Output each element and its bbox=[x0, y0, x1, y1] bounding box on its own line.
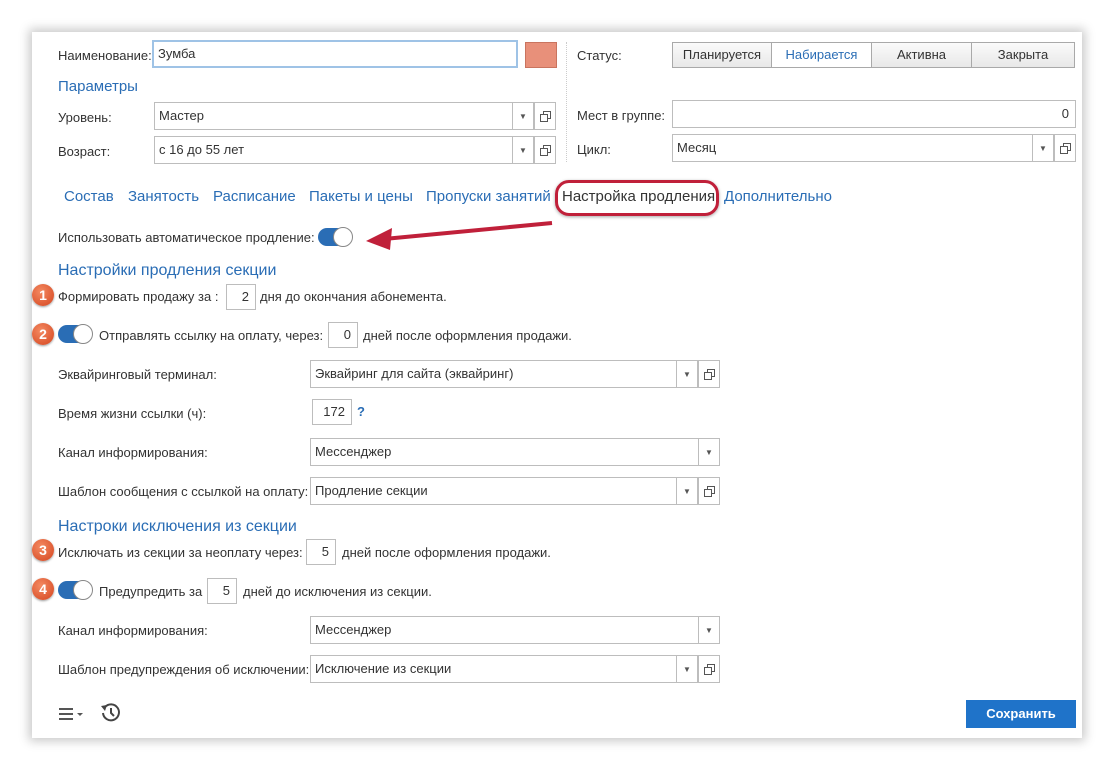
toggle-knob bbox=[73, 580, 93, 600]
send-link-days-input[interactable]: 0 bbox=[328, 322, 358, 348]
tab-packages[interactable]: Пакеты и цены bbox=[309, 188, 413, 205]
step-badge-3: 3 bbox=[32, 539, 54, 561]
toggle-knob bbox=[333, 227, 353, 247]
open-icon[interactable] bbox=[1054, 134, 1076, 162]
open-icon[interactable] bbox=[534, 102, 556, 130]
level-value: Мастер bbox=[154, 102, 512, 130]
name-label: Наименование: bbox=[58, 48, 152, 63]
exclude-days-input[interactable]: 5 bbox=[306, 539, 336, 565]
tab-renewal-settings[interactable]: Настройка продления bbox=[562, 188, 715, 205]
step-badge-2: 2 bbox=[32, 323, 54, 345]
channel-select[interactable]: Мессенджер ▼ bbox=[310, 438, 720, 466]
tab-additional[interactable]: Дополнительно bbox=[724, 188, 832, 205]
step-badge-1: 1 bbox=[32, 284, 54, 306]
age-value: с 16 до 55 лет bbox=[154, 136, 512, 164]
terminal-label: Эквайринговый терминал: bbox=[58, 367, 217, 382]
exclude-template-label: Шаблон предупреждения об исключении: bbox=[58, 662, 310, 677]
form-sale-suffix: дня до окончания абонемента. bbox=[260, 289, 447, 304]
name-input[interactable]: Зумба bbox=[152, 40, 518, 68]
terminal-select[interactable]: Эквайринг для сайта (эквайринг) ▼ bbox=[310, 360, 720, 388]
channel-value: Мессенджер bbox=[310, 438, 698, 466]
renew-section-title: Настройки продления секции bbox=[58, 262, 277, 279]
cycle-select[interactable]: Месяц ▼ bbox=[672, 134, 1076, 162]
status-option-closed[interactable]: Закрыта bbox=[971, 42, 1075, 68]
section-form-window: Наименование: Зумба Параметры Уровень: М… bbox=[32, 32, 1082, 738]
send-link-suffix: дней после оформления продажи. bbox=[363, 328, 572, 343]
terminal-value: Эквайринг для сайта (эквайринг) bbox=[310, 360, 676, 388]
column-divider bbox=[566, 42, 567, 162]
warn-days-input[interactable]: 5 bbox=[207, 578, 237, 604]
tab-schedule[interactable]: Расписание bbox=[213, 188, 296, 205]
chevron-down-icon[interactable]: ▼ bbox=[512, 102, 534, 130]
status-segmented[interactable]: Планируется Набирается Активна Закрыта bbox=[672, 42, 1075, 68]
send-link-toggle[interactable] bbox=[58, 324, 93, 344]
level-label: Уровень: bbox=[58, 110, 112, 125]
toggle-knob bbox=[73, 324, 93, 344]
open-icon[interactable] bbox=[698, 360, 720, 388]
warn-toggle[interactable] bbox=[58, 580, 93, 600]
cycle-value: Месяц bbox=[672, 134, 1032, 162]
level-select[interactable]: Мастер ▼ bbox=[154, 102, 556, 130]
tab-occupancy[interactable]: Занятость bbox=[128, 188, 199, 205]
places-label: Мест в группе: bbox=[577, 108, 666, 123]
open-icon[interactable] bbox=[698, 477, 720, 505]
exclude-section-title: Настроки исключения из секции bbox=[58, 518, 297, 535]
exclude-template-value: Исключение из секции bbox=[310, 655, 676, 683]
places-input[interactable]: 0 bbox=[672, 100, 1076, 128]
auto-renew-toggle[interactable] bbox=[318, 227, 353, 247]
status-option-recruiting[interactable]: Набирается bbox=[771, 42, 872, 68]
form-sale-days-input[interactable]: 2 bbox=[226, 284, 256, 310]
history-icon[interactable] bbox=[100, 702, 122, 724]
annotation-arrow-icon bbox=[366, 221, 553, 250]
save-button[interactable]: Сохранить bbox=[966, 700, 1076, 728]
chevron-down-icon[interactable]: ▼ bbox=[676, 655, 698, 683]
chevron-down-icon[interactable]: ▼ bbox=[676, 477, 698, 505]
cycle-label: Цикл: bbox=[577, 142, 611, 157]
template-select[interactable]: Продление секции ▼ bbox=[310, 477, 720, 505]
auto-renew-label: Использовать автоматическое продление: bbox=[58, 230, 315, 245]
tab-absences[interactable]: Пропуски занятий bbox=[426, 188, 551, 205]
age-select[interactable]: с 16 до 55 лет ▼ bbox=[154, 136, 556, 164]
status-label: Статус: bbox=[577, 48, 622, 63]
color-button[interactable] bbox=[525, 42, 557, 68]
status-option-planned[interactable]: Планируется bbox=[672, 42, 772, 68]
tab-composition[interactable]: Состав bbox=[64, 188, 114, 205]
exclude-suffix: дней после оформления продажи. bbox=[342, 545, 551, 560]
exclude-channel-label: Канал информирования: bbox=[58, 623, 208, 638]
warn-label: Предупредить за bbox=[99, 584, 203, 599]
link-life-label: Время жизни ссылки (ч): bbox=[58, 406, 207, 421]
chevron-down-icon[interactable]: ▼ bbox=[512, 136, 534, 164]
warn-suffix: дней до исключения из секции. bbox=[243, 584, 432, 599]
chevron-down-icon[interactable]: ▼ bbox=[676, 360, 698, 388]
step-badge-4: 4 bbox=[32, 578, 54, 600]
chevron-down-icon[interactable]: ▼ bbox=[698, 438, 720, 466]
chevron-down-icon[interactable]: ▼ bbox=[698, 616, 720, 644]
link-life-input[interactable]: 172 bbox=[312, 399, 352, 425]
form-sale-label: Формировать продажу за : bbox=[58, 289, 219, 304]
status-option-active[interactable]: Активна bbox=[871, 42, 972, 68]
exclude-label: Исключать из секции за неоплату через: bbox=[58, 545, 303, 560]
template-value: Продление секции bbox=[310, 477, 676, 505]
template-label: Шаблон сообщения с ссылкой на оплату: bbox=[58, 484, 309, 499]
exclude-channel-value: Мессенджер bbox=[310, 616, 698, 644]
chevron-down-icon[interactable]: ▼ bbox=[1032, 134, 1054, 162]
age-label: Возраст: bbox=[58, 144, 111, 159]
open-icon[interactable] bbox=[698, 655, 720, 683]
exclude-template-select[interactable]: Исключение из секции ▼ bbox=[310, 655, 720, 683]
send-link-label: Отправлять ссылку на оплату, через: bbox=[99, 328, 324, 343]
menu-icon[interactable] bbox=[58, 704, 86, 724]
help-icon[interactable]: ? bbox=[357, 404, 365, 419]
open-icon[interactable] bbox=[534, 136, 556, 164]
params-title: Параметры bbox=[58, 78, 138, 95]
channel-label: Канал информирования: bbox=[58, 445, 208, 460]
exclude-channel-select[interactable]: Мессенджер ▼ bbox=[310, 616, 720, 644]
